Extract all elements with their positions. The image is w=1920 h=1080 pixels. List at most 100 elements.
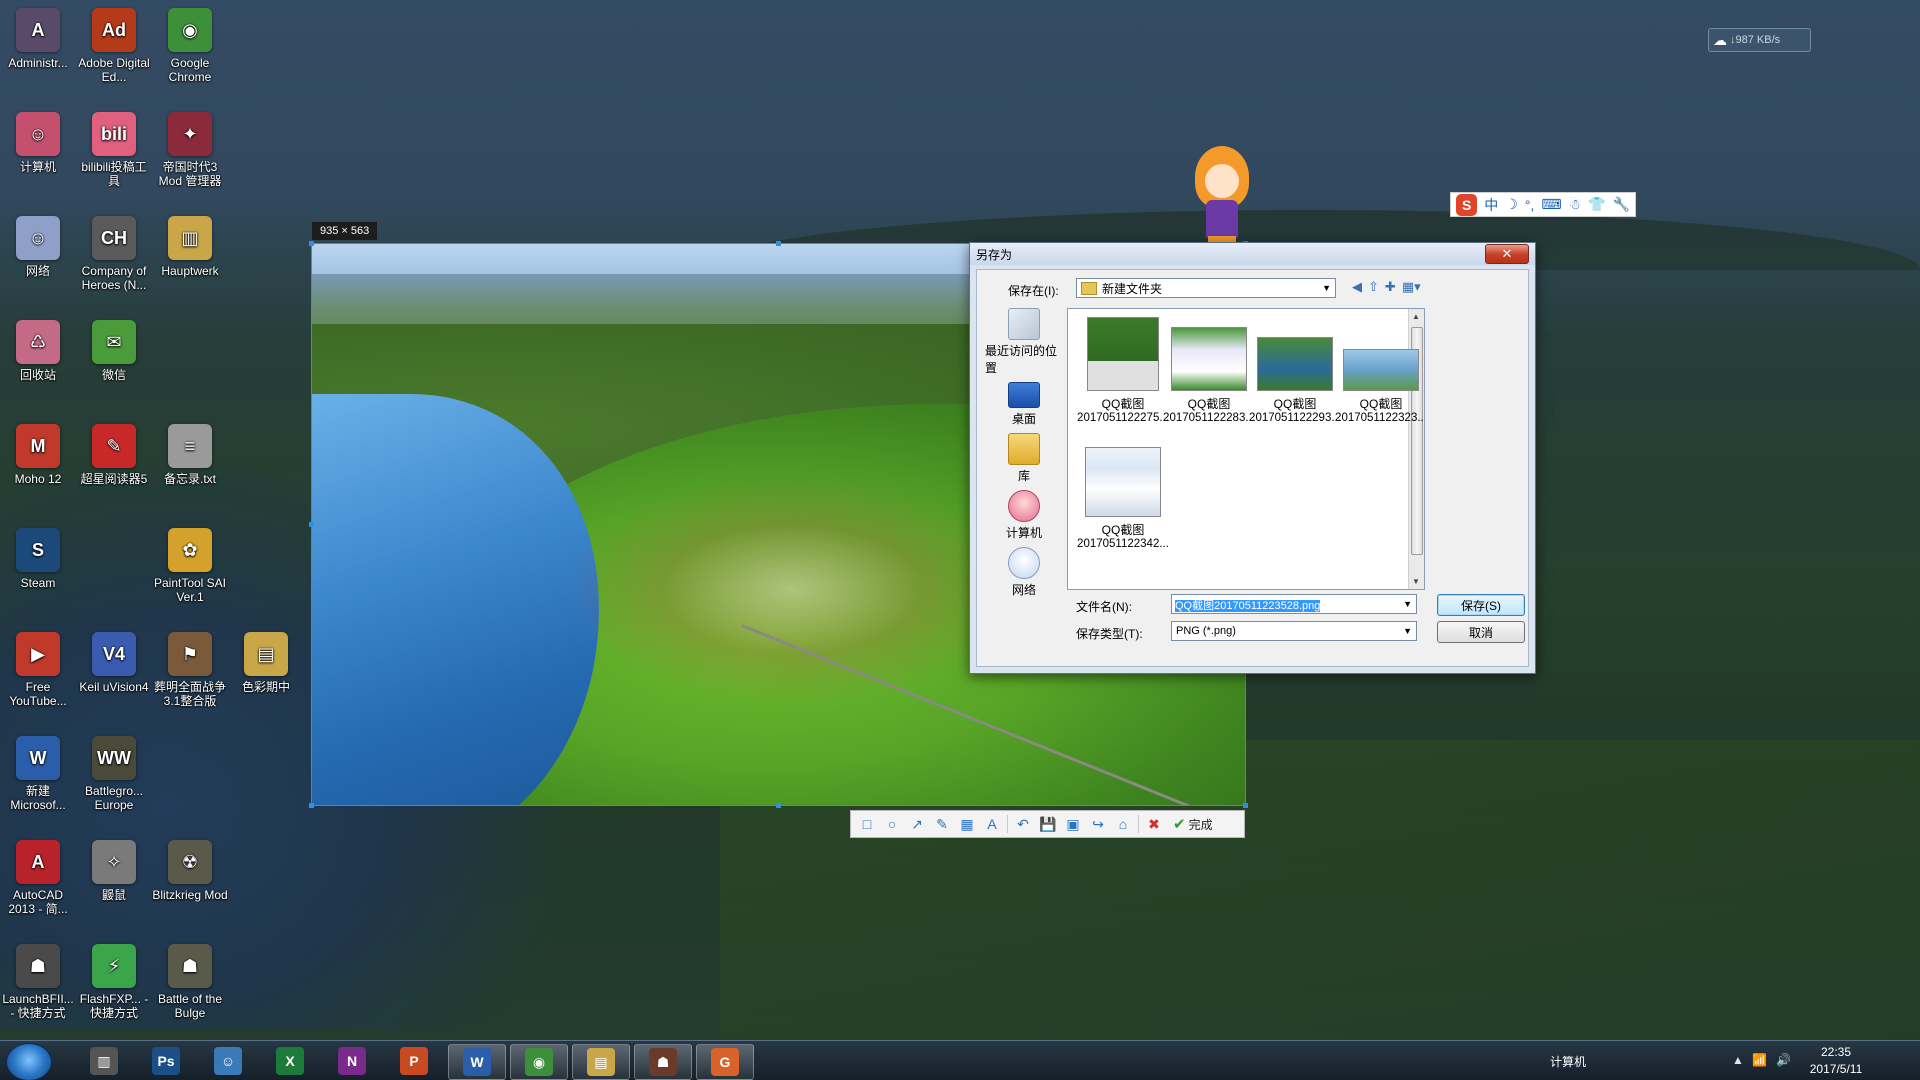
powerpoint-app[interactable]: P <box>386 1044 442 1078</box>
done-button[interactable]: ✔ 完成 <box>1169 815 1217 833</box>
file-item[interactable]: QQ截图 2017051122342... <box>1074 439 1172 550</box>
foxit-app[interactable]: G <box>696 1044 754 1080</box>
desktop-icon[interactable]: A Administr... <box>0 8 76 70</box>
desktop-icon[interactable]: bili bilibili投稿工具 <box>76 112 152 188</box>
resize-handle[interactable] <box>309 522 314 527</box>
cancel-capture-icon[interactable]: ✖ <box>1144 814 1164 834</box>
game-app[interactable]: ☗ <box>634 1044 692 1080</box>
filetype-select[interactable]: PNG (*.png) ▼ <box>1171 621 1417 641</box>
tray-computer-label[interactable]: 计算机 <box>1550 1053 1586 1070</box>
keyboard-icon[interactable]: ⌨ <box>1541 196 1561 213</box>
punctuation-icon[interactable]: °, <box>1525 197 1535 213</box>
photoshop-app[interactable]: Ps <box>138 1044 194 1078</box>
network-speed-widget[interactable]: ☁ ↓987 KB/s <box>1708 28 1811 52</box>
save-in-dropdown[interactable]: 新建文件夹 ▼ <box>1076 278 1336 298</box>
qq-app[interactable]: ☺ <box>200 1044 256 1078</box>
desktop-icon[interactable]: A AutoCAD 2013 - 简... <box>0 840 76 916</box>
view-menu-icon[interactable]: ▦▾ <box>1402 279 1421 295</box>
desktop-icon[interactable]: ▶ Free YouTube... <box>0 632 76 708</box>
desktop-icon[interactable]: Ad Adobe Digital Ed... <box>76 8 152 84</box>
desktop-icon[interactable]: S Steam <box>0 528 76 590</box>
ellipse-tool-icon[interactable]: ○ <box>882 814 902 834</box>
new-folder-icon[interactable]: ✚ <box>1385 279 1396 295</box>
sogou-logo-icon[interactable]: S <box>1456 193 1478 216</box>
desktop-icon[interactable]: ▤ 色彩期中 <box>228 632 304 694</box>
place-recent[interactable]: 最近访问的位置 <box>985 308 1063 376</box>
desktop-icon[interactable]: ☺ 网络 <box>0 216 76 278</box>
network-icon[interactable]: 📶 <box>1752 1053 1767 1067</box>
volume-icon[interactable]: 🔊 <box>1776 1053 1791 1067</box>
chrome-app[interactable]: ◉ <box>510 1044 568 1080</box>
word-app[interactable]: W <box>448 1044 506 1080</box>
moon-icon[interactable]: ☽ <box>1505 196 1518 213</box>
resize-handle[interactable] <box>1243 803 1248 808</box>
place-comp[interactable]: 计算机 <box>985 490 1063 541</box>
excel-app[interactable]: X <box>262 1044 318 1078</box>
explorer-app[interactable]: ▤ <box>572 1044 630 1080</box>
start-button[interactable] <box>6 1043 52 1080</box>
save-button[interactable]: 保存(S) <box>1437 594 1525 616</box>
desktop-icon[interactable]: WW Battlegro... Europe <box>76 736 152 812</box>
app-icon: ▥ <box>90 1047 118 1075</box>
copy-icon[interactable]: ▣ <box>1063 814 1083 834</box>
desktop-icon[interactable]: ⚑ 葬明全面战争3.1整合版 <box>152 632 228 708</box>
chevron-down-icon[interactable]: ▼ <box>1403 626 1412 636</box>
file-item[interactable]: QQ截图 2017051122275... <box>1074 313 1172 424</box>
desktop-icon[interactable]: ⚡ FlashFXP... - 快捷方式 <box>76 944 152 1020</box>
desktop-icon-label: LaunchBFII... - 快捷方式 <box>2 992 74 1020</box>
desktop-icon-label: Keil uVision4 <box>79 680 149 694</box>
desktop-icon[interactable]: ✉ 微信 <box>76 320 152 382</box>
back-icon[interactable]: ◀ <box>1352 279 1362 295</box>
resize-handle[interactable] <box>776 241 781 246</box>
undo-icon[interactable]: ↶ <box>1013 814 1033 834</box>
desktop-icon[interactable]: ☺ 计算机 <box>0 112 76 174</box>
share-icon[interactable]: ↪ <box>1088 814 1108 834</box>
desktop-icon[interactable]: ✿ PaintTool SAI Ver.1 <box>152 528 228 604</box>
shirt-icon[interactable]: 👕 <box>1588 196 1605 213</box>
save-icon[interactable]: 💾 <box>1038 814 1058 834</box>
ime-chinese-mode[interactable]: 中 <box>1484 195 1498 215</box>
file-item[interactable]: QQ截图 2017051122293... <box>1246 313 1344 424</box>
desktop-icon[interactable]: V4 Keil uVision4 <box>76 632 152 694</box>
desktop-icon[interactable]: ♺ 回收站 <box>0 320 76 382</box>
desktop-icon[interactable]: W 新建 Microsof... <box>0 736 76 812</box>
desktop-icon[interactable]: ✧ 鼹鼠 <box>76 840 152 902</box>
rect-tool-icon[interactable]: □ <box>857 814 877 834</box>
chevron-down-icon[interactable]: ▼ <box>1403 599 1412 609</box>
desktop-icon[interactable]: ☢ Blitzkrieg Mod <box>152 840 228 902</box>
desktop-icon[interactable]: ◉ Google Chrome <box>152 8 228 84</box>
onenote-app[interactable]: N <box>324 1044 380 1078</box>
arrow-tool-icon[interactable]: ↗ <box>907 814 927 834</box>
wrench-icon[interactable]: 🔧 <box>1613 196 1630 213</box>
filename-input[interactable]: QQ截图20170511223528.png ▼ <box>1171 594 1417 614</box>
place-net[interactable]: 网络 <box>985 547 1063 598</box>
up-folder-icon[interactable]: ⇧ <box>1368 279 1379 295</box>
pen-tool-icon[interactable]: ✎ <box>932 814 952 834</box>
desktop-icon[interactable]: ☗ LaunchBFII... - 快捷方式 <box>0 944 76 1020</box>
desktop-icon[interactable]: CH Company of Heroes (N... <box>76 216 152 292</box>
skin-icon[interactable]: ☃ <box>1569 196 1582 213</box>
file-item[interactable]: QQ截图 2017051122323... <box>1332 313 1424 424</box>
piano-app[interactable]: ▥ <box>76 1044 132 1078</box>
file-list[interactable]: ▲ ▼ QQ截图 2017051122275... QQ截图 201705112228… <box>1067 308 1425 590</box>
mosaic-tool-icon[interactable]: ▦ <box>957 814 977 834</box>
resize-handle[interactable] <box>309 803 314 808</box>
resize-handle[interactable] <box>309 241 314 246</box>
file-item[interactable]: QQ截图 2017051122283... <box>1160 313 1258 424</box>
place-lib[interactable]: 库 <box>985 433 1063 484</box>
tray-expand-icon[interactable]: ▲ <box>1732 1053 1744 1067</box>
desktop-icon[interactable]: ▥ Hauptwerk <box>152 216 228 278</box>
desktop-icon[interactable]: ☗ Battle of the Bulge <box>152 944 228 1020</box>
place-desktop[interactable]: 桌面 <box>985 382 1063 427</box>
resize-handle[interactable] <box>776 803 781 808</box>
desktop-icon[interactable]: ✎ 超星阅读器5 <box>76 424 152 486</box>
close-button[interactable]: ✕ <box>1485 244 1529 264</box>
desktop-icon[interactable]: ✦ 帝国时代3 Mod 管理器 <box>152 112 228 188</box>
pin-icon[interactable]: ⌂ <box>1113 814 1133 834</box>
scroll-down-icon[interactable]: ▼ <box>1412 577 1420 586</box>
desktop-icon[interactable]: ≡ 备忘录.txt <box>152 424 228 486</box>
clock[interactable]: 22:35 2017/5/11 <box>1806 1044 1866 1078</box>
cancel-button[interactable]: 取消 <box>1437 621 1525 643</box>
desktop-icon[interactable]: M Moho 12 <box>0 424 76 486</box>
text-tool-icon[interactable]: A <box>982 814 1002 834</box>
